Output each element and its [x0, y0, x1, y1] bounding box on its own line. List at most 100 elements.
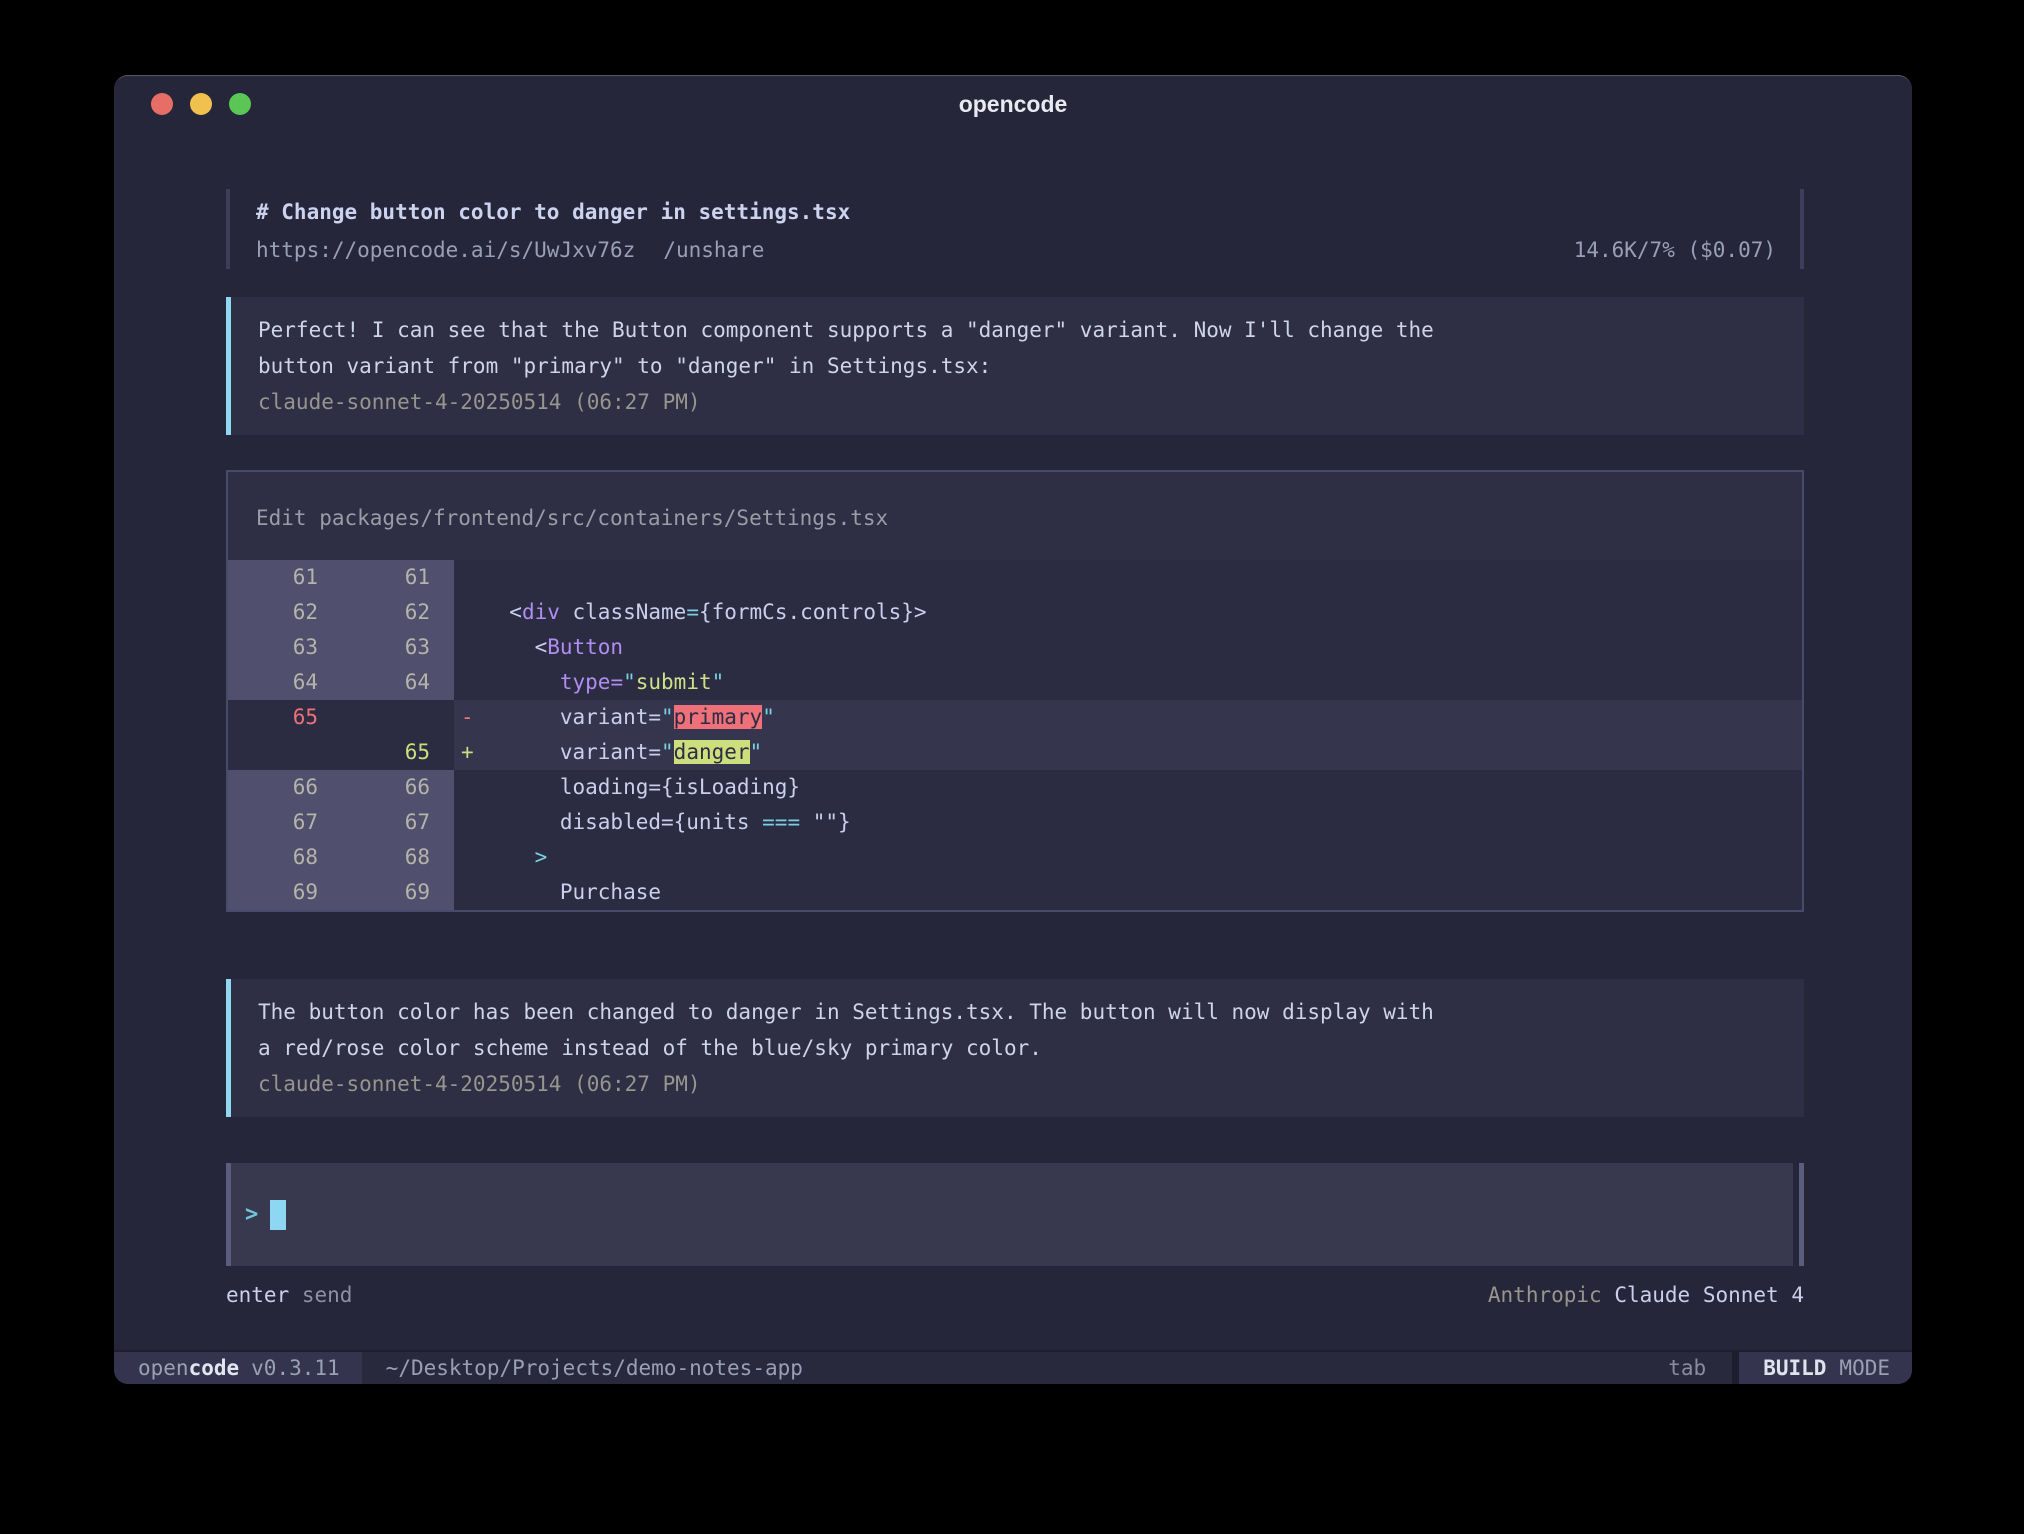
mode-chip: BUILDMODE — [1739, 1352, 1912, 1384]
tab-key-hint[interactable]: tab — [1668, 1352, 1732, 1384]
prompt-input[interactable]: > — [231, 1163, 1793, 1266]
code-token: = — [686, 600, 699, 624]
spacer — [432, 560, 454, 595]
diff-marker — [454, 560, 484, 595]
code-line: type="submit" — [484, 665, 724, 700]
message-model-timestamp: claude-sonnet-4-20250514 (06:27 PM) — [258, 1066, 1780, 1102]
message-line: The button color has been changed to dan… — [258, 994, 1780, 1030]
titlebar: opencode — [114, 76, 1912, 132]
zoom-window-button[interactable] — [229, 93, 251, 115]
spacer — [432, 735, 454, 770]
new-line-number: 64 — [320, 665, 432, 700]
diff-table: 61616262 <div className={formCs.controls… — [228, 560, 1802, 910]
diff-gutter: 6767 — [228, 805, 454, 840]
code-line: > — [484, 840, 547, 875]
session-title: # Change button color to danger in setti… — [256, 192, 1776, 232]
spacer — [432, 700, 454, 735]
diff-row: 6868 > — [228, 840, 1802, 875]
session-subrow: https://opencode.ai/s/UwJxv76z/unshare 1… — [256, 232, 1776, 268]
old-line-number — [228, 735, 320, 770]
code-token — [484, 845, 535, 869]
diff-marker — [454, 665, 484, 700]
old-line-number: 68 — [228, 840, 320, 875]
share-url[interactable]: https://opencode.ai/s/UwJxv76z — [256, 238, 635, 262]
new-line-number: 66 — [320, 770, 432, 805]
session-header: # Change button color to danger in setti… — [226, 189, 1804, 269]
new-line-number: 68 — [320, 840, 432, 875]
diff-gutter: 6464 — [228, 665, 454, 700]
diff-row-body: + variant="danger" — [454, 735, 1802, 770]
code-token: = — [610, 670, 623, 694]
traffic-lights — [151, 93, 251, 115]
diff-row-body: loading={isLoading} — [454, 770, 1802, 805]
diff-row: 6161 — [228, 560, 1802, 595]
diff-row: 6767 disabled={units === ""} — [228, 805, 1802, 840]
code-token — [484, 670, 560, 694]
diff-gutter: 6666 — [228, 770, 454, 805]
code-line: <div className={formCs.controls}> — [484, 595, 927, 630]
spacer — [432, 875, 454, 910]
old-line-number: 65 — [228, 700, 320, 735]
token-usage: 14.6K/7% ($0.07) — [1574, 232, 1776, 268]
status-bar: opencodev0.3.11 ~/Desktop/Projects/demo-… — [114, 1350, 1912, 1384]
diff-row-body — [454, 560, 1802, 595]
minimize-window-button[interactable] — [190, 93, 212, 115]
mode-name: BUILD — [1763, 1356, 1826, 1380]
text-cursor — [270, 1200, 286, 1230]
new-line-number: 63 — [320, 630, 432, 665]
code-token: " — [712, 670, 725, 694]
code-token: " — [750, 740, 763, 764]
model-indicator: Anthropic Claude Sonnet 4 — [1488, 1280, 1804, 1310]
diff-row-body: disabled={units === ""} — [454, 805, 1802, 840]
diff-row: 65 - variant="primary" — [228, 700, 1802, 735]
diff-marker — [454, 840, 484, 875]
send-action-label: send — [302, 1283, 353, 1307]
code-token: disabled={units — [484, 810, 762, 834]
code-token: === — [762, 810, 800, 834]
app-version-chip: opencodev0.3.11 — [114, 1352, 362, 1384]
code-token: type — [560, 670, 611, 694]
diff-row: 6262 <div className={formCs.controls}> — [228, 595, 1802, 630]
old-line-number: 62 — [228, 595, 320, 630]
code-token: " — [661, 740, 674, 764]
app-name-open: open — [138, 1356, 189, 1380]
old-line-number: 61 — [228, 560, 320, 595]
code-token: div — [522, 600, 560, 624]
code-token: primary — [674, 705, 763, 729]
message-line: button variant from "primary" to "danger… — [258, 348, 1780, 384]
code-token: ""} — [800, 810, 851, 834]
code-token: loading={isLoading} — [484, 775, 800, 799]
code-token: > — [535, 845, 548, 869]
edit-tool-title: Edit packages/frontend/src/containers/Se… — [228, 472, 1802, 560]
code-token: variant= — [484, 740, 661, 764]
code-line: Purchase — [484, 875, 661, 910]
divider — [1732, 1352, 1739, 1384]
code-line: disabled={units === ""} — [484, 805, 851, 840]
code-line: loading={isLoading} — [484, 770, 800, 805]
diff-row: 65+ variant="danger" — [228, 735, 1802, 770]
enter-key-label: enter — [226, 1283, 289, 1307]
code-line: variant="primary" — [484, 700, 775, 735]
code-token: className — [560, 600, 686, 624]
old-line-number: 64 — [228, 665, 320, 700]
diff-marker: - — [454, 700, 484, 735]
app-name-code: code — [189, 1356, 240, 1380]
diff-marker — [454, 630, 484, 665]
code-token: Purchase — [484, 880, 661, 904]
diff-gutter: 6969 — [228, 875, 454, 910]
old-line-number: 66 — [228, 770, 320, 805]
diff-row: 6969 Purchase — [228, 875, 1802, 910]
spacer — [432, 805, 454, 840]
send-hint: enter send — [226, 1280, 352, 1310]
code-token: " — [623, 670, 636, 694]
diff-gutter: 6363 — [228, 630, 454, 665]
diff-row: 6363 <Button — [228, 630, 1802, 665]
unshare-command[interactable]: /unshare — [663, 238, 764, 262]
new-line-number: 67 — [320, 805, 432, 840]
old-line-number: 69 — [228, 875, 320, 910]
spacer — [803, 1352, 1668, 1384]
diff-row: 6464 type="submit" — [228, 665, 1802, 700]
spacer — [432, 630, 454, 665]
close-window-button[interactable] — [151, 93, 173, 115]
diff-marker — [454, 805, 484, 840]
